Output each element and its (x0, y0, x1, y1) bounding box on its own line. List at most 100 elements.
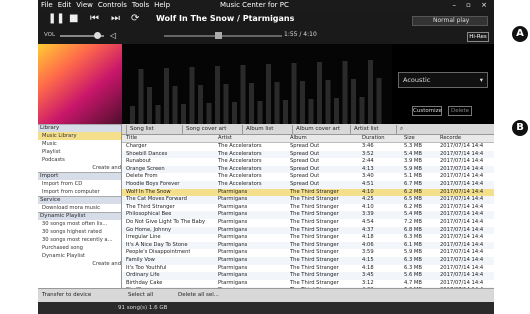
table-cell: 5.1 MB (404, 173, 422, 180)
table-cell: The Third Stranger (126, 203, 175, 210)
volume-knob[interactable] (94, 32, 102, 39)
visualizer-bar (266, 64, 271, 126)
table-cell: Spread Out (290, 181, 320, 187)
sidebar-item[interactable]: Download mora music (38, 204, 121, 212)
table-row[interactable]: Irregular Line Ptarmigans The Third Strang… (122, 234, 494, 242)
table-cell: 3:46 (362, 143, 374, 149)
table-cell: 3:59 (362, 249, 374, 256)
sidebar-section-3[interactable]: Dynamic Playlist (38, 212, 121, 220)
table-row[interactable]: Birthday Cake Ptarmigans The Third Strange… (122, 280, 494, 288)
speaker-icon[interactable]: ◁ (110, 30, 116, 42)
table-cell: Ptarmigans (218, 211, 248, 218)
table-row[interactable]: Delete From The Accelerators Spread Out 3:4… (122, 173, 494, 181)
sidebar-item[interactable]: Music (38, 140, 121, 148)
column-header[interactable]: Album (290, 135, 307, 143)
table-cell: The Accelerators (218, 143, 262, 149)
menu-item-view[interactable]: View (76, 1, 93, 9)
menu-item-help[interactable]: Help (154, 1, 170, 9)
sidebar-section-1[interactable]: Import (38, 172, 121, 180)
visualizer-bars (130, 60, 382, 126)
column-header[interactable]: Recorde (440, 135, 461, 143)
tab-artist-list[interactable]: Artist list (350, 125, 396, 134)
column-header[interactable]: Duration (362, 135, 385, 143)
sidebar-item[interactable]: 30 songs most often lis... (38, 220, 121, 228)
create-playlist-button[interactable]: Create and (38, 164, 121, 172)
equalizer-preset[interactable]: Acoustic ▾ (398, 72, 488, 88)
tab-album-list[interactable]: Album list (242, 125, 292, 134)
seek-bar[interactable] (164, 35, 282, 37)
sidebar-item[interactable]: 30 songs highest rated (38, 228, 121, 236)
table-row[interactable]: Go Home, Johnny Ptarmigans The Third Stran… (122, 226, 494, 235)
sidebar-item[interactable]: Music Library (38, 132, 121, 140)
column-header[interactable]: Size (404, 135, 415, 143)
chevron-down-icon: ▾ (479, 76, 483, 84)
seek-knob[interactable] (215, 32, 223, 39)
table-cell: 4:10 (362, 188, 374, 195)
visualizer-bar (147, 87, 152, 126)
status-bar: 91 song(s) 1.6 GB (38, 302, 494, 314)
sidebar-section-0[interactable]: Library (38, 124, 121, 132)
table-cell: Ptarmigans (218, 272, 248, 279)
table-row[interactable]: Family Vow Ptarmigans The Third Stranger 4:… (122, 257, 494, 265)
sidebar-item[interactable]: Import from computer (38, 188, 121, 196)
table-cell: 6.8 MB (404, 226, 422, 233)
table-cell: The Third Stranger (290, 264, 339, 271)
window-controls[interactable]: – ▫ × (452, 0, 491, 10)
visualizer-bar (138, 69, 144, 126)
table-header: Title Artist Album Duration Size Recorde (122, 135, 494, 143)
menu-item-file[interactable]: File (41, 1, 53, 9)
table-cell: Orange Screen (126, 165, 165, 172)
table-row[interactable]: It's Too Youthful Ptarmigans The Third Str… (122, 265, 494, 273)
search-icon[interactable]: ⌕ (396, 125, 410, 134)
column-header[interactable]: Title (126, 135, 137, 143)
sidebar-item[interactable]: 30 songs most recently a... (38, 236, 121, 244)
repeat-icon[interactable]: ⟳ (131, 13, 139, 25)
table-cell: 2017/07/14 14:4 (440, 173, 484, 180)
column-header[interactable]: Artist (218, 135, 232, 143)
sidebar-item[interactable]: Dynamic Playlist (38, 252, 121, 260)
table-cell: 2017/07/14 14:4 (440, 165, 484, 172)
menu-item-edit[interactable]: Edit (58, 1, 72, 9)
table-row[interactable]: Philosophical Bee Ptarmigans The Third Str… (122, 211, 494, 219)
table-row[interactable]: The Third Stranger Ptarmigans The Third St… (122, 204, 494, 212)
table-row[interactable]: Ordinary Life Ptarmigans The Third Strange… (122, 272, 494, 280)
table-row[interactable]: Charger The Accelerators Spread Out 3:46 5.3… (122, 143, 494, 151)
menu-item-tools[interactable]: Tools (132, 1, 149, 9)
table-row[interactable]: Hoodie Boys Forever The Accelerators Sprea… (122, 181, 494, 189)
delete-preset-button[interactable]: Delete (448, 106, 472, 116)
visualizer-bar (317, 62, 322, 126)
table-cell: It's Too Youthful (126, 264, 167, 271)
sidebar-item[interactable]: Purchased song (38, 244, 121, 252)
window-title: Music Center for PC (220, 1, 289, 9)
next-icon[interactable]: ⏭ (111, 13, 120, 25)
visualizer-bar (181, 104, 186, 126)
play-mode-dropdown[interactable]: Normal play (412, 16, 488, 26)
menu-item-controls[interactable]: Controls (98, 1, 127, 9)
table-row[interactable]: Orange Screen The Accelerators Spread Out 4… (122, 165, 494, 174)
stop-icon[interactable]: ■ (69, 13, 78, 25)
customize-button[interactable]: Customize (412, 106, 442, 116)
visualizer-bar (376, 78, 382, 126)
sidebar-item[interactable]: Podcasts (38, 156, 121, 164)
sidebar-item[interactable]: Playlist (38, 148, 121, 156)
previous-icon[interactable]: ⏮ (90, 13, 99, 25)
pause-icon[interactable]: ❚❚ (48, 13, 65, 25)
sidebar-item[interactable]: Import from CD (38, 180, 121, 188)
create-playlist-button[interactable]: Create and (38, 260, 121, 268)
table-row[interactable]: People's Disappointment Ptarmigans The Thi… (122, 249, 494, 257)
tab-album-cover-art[interactable]: Album cover art (292, 125, 350, 134)
table-row[interactable]: Shoebill Dances The Accelerators Spread Ou… (122, 150, 494, 159)
tab-song-cover-art[interactable]: Song cover art (182, 125, 242, 134)
transfer-button[interactable]: Transfer to device (42, 291, 91, 300)
table-row[interactable]: It's A Nice Day To Stone Ptarmigans The Th… (122, 241, 494, 250)
table-cell: 5.9 MB (404, 165, 422, 172)
table-row[interactable]: Do Not Give Light To The Baby Ptarmigans T… (122, 219, 494, 227)
select-all-button[interactable]: Select all (128, 291, 153, 300)
visualizer-bar (172, 86, 178, 126)
table-row[interactable]: Runabout The Accelerators Spread Out 2:44 3.… (122, 158, 494, 166)
tab-song-list[interactable]: Song list (126, 125, 182, 134)
table-row[interactable]: Wolf In The Snow Ptarmigans The Third Stra… (122, 188, 494, 197)
table-row[interactable]: The Cat Moves Forward Ptarmigans The Third… (122, 196, 494, 204)
delete-all-button[interactable]: Delete all sel... (178, 291, 219, 300)
sidebar-section-2[interactable]: Service (38, 196, 121, 204)
